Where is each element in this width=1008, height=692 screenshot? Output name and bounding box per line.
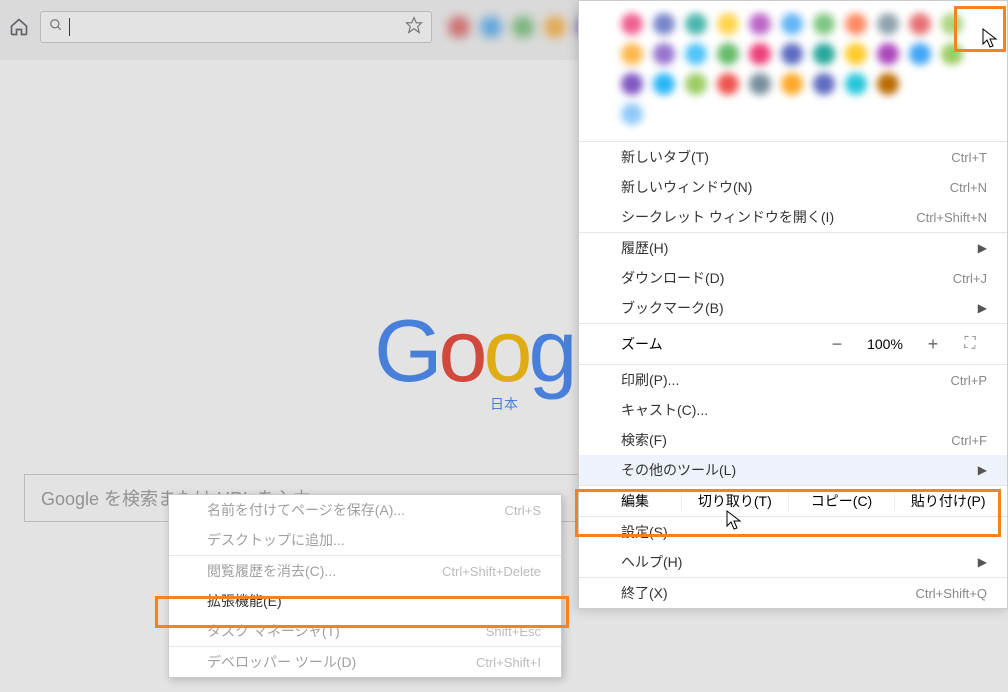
home-button[interactable] <box>6 14 32 40</box>
edit-copy[interactable]: コピー(C) <box>788 491 895 511</box>
menu-downloads[interactable]: ダウンロード(D)Ctrl+J <box>579 263 1007 293</box>
submenu-add-desktop[interactable]: デスクトップに追加... <box>169 525 561 555</box>
zoom-in-button[interactable]: + <box>913 334 953 355</box>
extension-icons-menu <box>579 1 1007 141</box>
menu-settings[interactable]: 設定(S) <box>579 517 1007 547</box>
menu-exit[interactable]: 終了(X)Ctrl+Shift+Q <box>579 578 1007 608</box>
chrome-main-menu: 新しいタブ(T)Ctrl+T 新しいウィンドウ(N)Ctrl+N シークレット … <box>578 0 1008 609</box>
cursor-icon <box>982 28 1000 50</box>
menu-incognito[interactable]: シークレット ウィンドウを開く(I)Ctrl+Shift+N <box>579 202 1007 232</box>
address-bar[interactable] <box>40 11 432 43</box>
menu-edit-row: 編集 切り取り(T) コピー(C) 貼り付け(P) <box>579 486 1007 516</box>
submenu-save-as[interactable]: 名前を付けてページを保存(A)...Ctrl+S <box>169 495 561 525</box>
submenu-dev-tools[interactable]: デベロッパー ツール(D)Ctrl+Shift+I <box>169 647 561 677</box>
menu-find[interactable]: 検索(F)Ctrl+F <box>579 425 1007 455</box>
more-tools-submenu: 名前を付けてページを保存(A)...Ctrl+S デスクトップに追加... 閲覧… <box>168 494 562 678</box>
text-cursor <box>69 18 70 36</box>
cursor-icon <box>726 510 744 532</box>
menu-new-window[interactable]: 新しいウィンドウ(N)Ctrl+N <box>579 172 1007 202</box>
submenu-clear-history[interactable]: 閲覧履歴を消去(C)...Ctrl+Shift+Delete <box>169 556 561 586</box>
menu-bookmarks[interactable]: ブックマーク(B)▶ <box>579 293 1007 323</box>
menu-help[interactable]: ヘルプ(H)▶ <box>579 547 1007 577</box>
bookmark-star-icon[interactable] <box>405 16 423 39</box>
edit-cut[interactable]: 切り取り(T) <box>681 491 788 511</box>
search-icon <box>49 18 63 37</box>
menu-new-tab[interactable]: 新しいタブ(T)Ctrl+T <box>579 142 1007 172</box>
edit-paste[interactable]: 貼り付け(P) <box>894 491 1001 511</box>
zoom-value: 100% <box>857 336 913 352</box>
submenu-task-manager[interactable]: タスク マネージャ(T)Shift+Esc <box>169 616 561 646</box>
menu-history[interactable]: 履歴(H)▶ <box>579 233 1007 263</box>
menu-zoom-row: ズーム − 100% + ⛶ <box>579 324 1007 364</box>
fullscreen-icon[interactable]: ⛶ <box>953 335 987 353</box>
menu-cast[interactable]: キャスト(C)... <box>579 395 1007 425</box>
submenu-extensions[interactable]: 拡張機能(E) <box>169 586 561 616</box>
menu-more-tools[interactable]: その他のツール(L)▶ <box>579 455 1007 485</box>
menu-print[interactable]: 印刷(P)...Ctrl+P <box>579 365 1007 395</box>
zoom-out-button[interactable]: − <box>817 334 857 355</box>
